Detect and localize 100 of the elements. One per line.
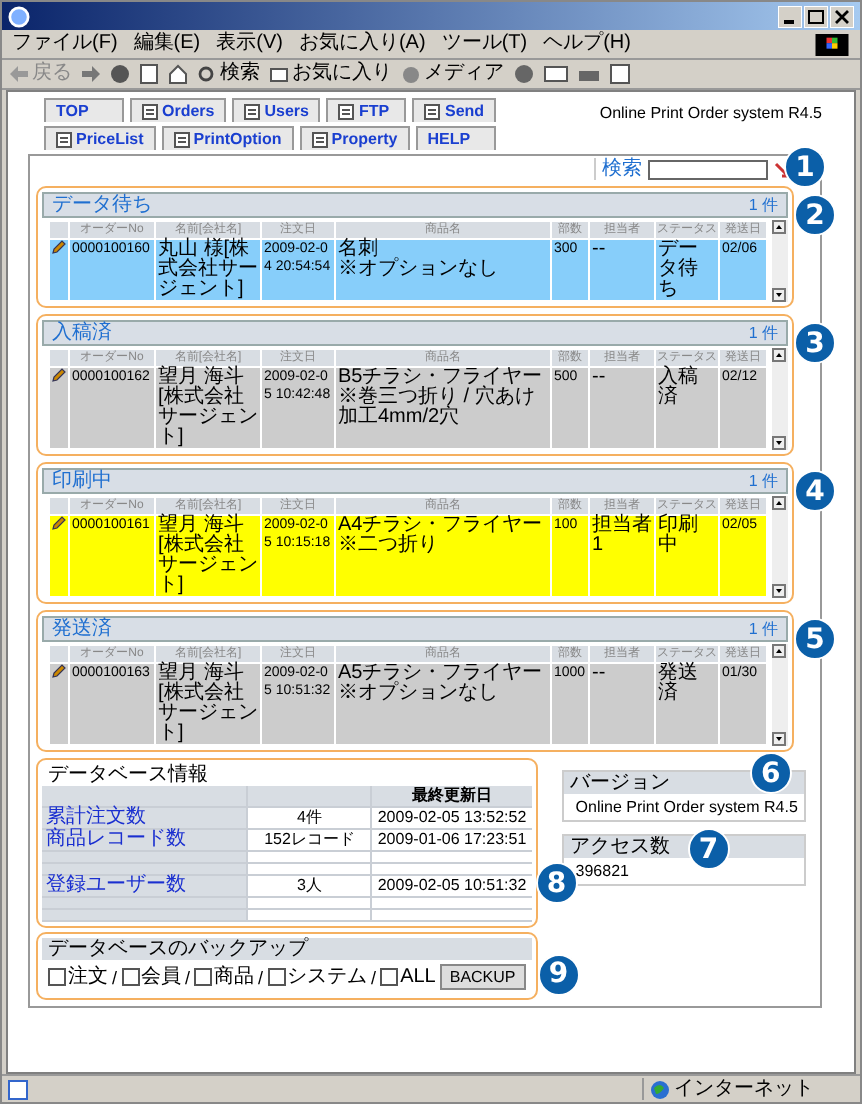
product-option: ※巻三つ折り / 穴あけ加工4mm/2穴: [338, 388, 548, 428]
checkbox-label: ALL: [400, 966, 436, 988]
search-go-icon[interactable]: [774, 161, 790, 177]
table-cell: 望月 海斗[株式会社サージェント]: [156, 664, 260, 744]
nav-tab[interactable]: PriceList: [44, 126, 156, 150]
checkbox-label: システム: [287, 966, 368, 988]
order-count: 1 件: [748, 322, 778, 344]
pencil-icon[interactable]: [52, 516, 66, 530]
separator-slash: /: [185, 967, 191, 987]
pencil-icon[interactable]: [52, 368, 66, 382]
checkbox-label: 会員: [141, 966, 182, 988]
version-text: Online Print Order system R4.5: [573, 796, 800, 820]
scrollbar[interactable]: [772, 220, 788, 302]
back-arrow-icon: [10, 66, 28, 82]
table-cell: --: [590, 368, 654, 448]
scroll-up-icon[interactable]: [772, 496, 786, 510]
app-title: Online Print Order system R4.5: [599, 104, 822, 122]
scroll-up-icon[interactable]: [772, 220, 786, 234]
scroll-down-icon[interactable]: [772, 288, 786, 302]
scroll-up-icon[interactable]: [772, 348, 786, 362]
separator-slash: /: [371, 967, 377, 987]
product-name: B5チラシ・フライヤー: [338, 368, 545, 388]
callout-number: 3: [794, 322, 836, 364]
scroll-up-icon[interactable]: [772, 644, 786, 658]
table-cell: 丸山 様[株式会社サージェント]: [156, 240, 260, 300]
stat-updated: 2009-02-05 13:52:52: [377, 808, 527, 826]
scroll-down-icon[interactable]: [772, 584, 786, 598]
callout-number: 8: [535, 862, 578, 905]
maximize-icon[interactable]: [804, 5, 828, 27]
table-cell: 入稿済: [656, 368, 718, 448]
checkbox[interactable]: [267, 968, 286, 986]
nav-tab[interactable]: Property: [299, 126, 410, 150]
column-header: [50, 646, 68, 662]
menu-item[interactable]: お気に入り(A): [298, 32, 426, 56]
status-zone: インターネット: [642, 1078, 854, 1100]
nav-tab[interactable]: Send: [412, 98, 497, 122]
nav-tab[interactable]: HELP: [415, 126, 496, 150]
backup-button[interactable]: BACKUP: [439, 964, 526, 990]
home-icon[interactable]: [168, 64, 188, 84]
access-count: 396821: [573, 860, 631, 884]
pencil-icon[interactable]: [52, 664, 66, 678]
browser-icon: [8, 5, 30, 27]
table-cell: 望月 海斗[株式会社サージェント]: [156, 368, 260, 448]
section-title: データ待ち: [52, 194, 152, 216]
panel-title: データベース情報: [46, 764, 210, 786]
callout-number: 1: [784, 146, 826, 188]
menu-item[interactable]: 表示(V): [216, 32, 283, 56]
menu-item[interactable]: ファイル(F): [12, 32, 118, 56]
table-cell: データ待ち: [656, 240, 718, 300]
scrollbar[interactable]: [772, 496, 788, 598]
panel-title: データベースのバックアップ: [42, 938, 532, 960]
nav-tab[interactable]: Orders: [130, 98, 227, 122]
separator-slash: /: [258, 967, 264, 987]
section-title: 印刷中: [52, 470, 112, 492]
table-cell: --: [590, 240, 654, 300]
order-count: 1 件: [748, 194, 778, 216]
forward-arrow-icon[interactable]: [82, 66, 100, 82]
stat-value: 152レコード: [264, 830, 355, 848]
checkbox[interactable]: [121, 968, 140, 986]
checkbox[interactable]: [194, 968, 213, 986]
column-header: 最終更新日: [371, 786, 532, 807]
product-name: A5チラシ・フライヤー: [338, 664, 545, 684]
close-icon[interactable]: [830, 5, 854, 27]
search-field[interactable]: [648, 159, 768, 179]
checkbox-label: 注文: [68, 966, 108, 988]
menu-item[interactable]: ヘルプ(H): [543, 32, 631, 56]
globe-icon: [650, 1079, 670, 1099]
menu-item[interactable]: ツール(T): [441, 32, 528, 56]
scroll-down-icon[interactable]: [772, 732, 786, 746]
order-count: 1 件: [748, 470, 778, 492]
nav-tab[interactable]: FTP: [326, 98, 407, 122]
column-header: [50, 498, 68, 514]
stat-updated: 2009-02-05 10:51:32: [377, 876, 527, 894]
callout-number: 7: [687, 828, 730, 870]
menu-item[interactable]: 編集(E): [133, 32, 201, 56]
pencil-icon[interactable]: [52, 240, 66, 254]
checkbox[interactable]: [380, 968, 399, 986]
nav-tab[interactable]: TOP: [44, 98, 124, 122]
disc-icon: [402, 65, 420, 83]
product-option: ※オプションなし: [338, 260, 548, 280]
table-cell: 担当者1: [590, 516, 654, 596]
scrollbar[interactable]: [772, 644, 788, 746]
section-title: 発送済: [52, 618, 112, 640]
callout-number: 9: [537, 953, 580, 996]
table-cell: 望月 海斗[株式会社サージェント]: [156, 516, 260, 596]
scrollbar[interactable]: [772, 348, 788, 450]
search-button[interactable]: 検索: [198, 62, 260, 86]
column-header: [50, 350, 68, 366]
order-count: 1 件: [748, 618, 778, 640]
scroll-down-icon[interactable]: [772, 436, 786, 450]
minimize-icon[interactable]: [778, 5, 802, 27]
favorites-button[interactable]: お気に入り: [270, 62, 392, 86]
media-button[interactable]: メディア: [402, 62, 504, 86]
callout-number: 4: [794, 470, 836, 512]
table-cell: 発送済: [656, 664, 718, 744]
search-label: 検索: [602, 158, 642, 180]
nav-tab[interactable]: Users: [232, 98, 321, 122]
checkbox[interactable]: [48, 968, 66, 986]
section-title: 入稿済: [52, 322, 112, 344]
nav-tab[interactable]: PrintOption: [161, 126, 294, 150]
